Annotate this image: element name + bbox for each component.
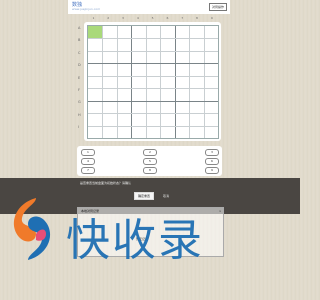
keypad-key[interactable]: 3: [205, 149, 219, 156]
keypad-key[interactable]: 8: [143, 167, 157, 174]
keypad-key[interactable]: 7: [81, 167, 95, 174]
selected-cell[interactable]: [88, 26, 102, 38]
grid-line: [116, 26, 118, 138]
board-panel: [84, 22, 221, 141]
watermark-text: 快收录: [66, 215, 204, 266]
grid-line: [160, 26, 162, 138]
column-label: 7: [181, 16, 184, 20]
keypad-key[interactable]: 2: [143, 149, 157, 156]
keypad-key[interactable]: 6: [205, 158, 219, 165]
grid-line: [203, 26, 205, 138]
grid-line: [88, 38, 218, 40]
row-label: F: [78, 88, 81, 92]
column-labels: 1 2 3 4 5 6 7 8 9: [86, 16, 219, 21]
column-label: 3: [122, 16, 124, 20]
box-divider: [174, 26, 176, 138]
app-url[interactable]: www.juejinjun.com: [72, 7, 100, 11]
cancel-button[interactable]: 取消: [163, 194, 169, 198]
grid-line: [145, 26, 147, 138]
row-label: C: [78, 50, 81, 55]
box-divider: [131, 26, 133, 138]
column-label: 6: [166, 16, 169, 20]
column-label: 2: [107, 16, 110, 20]
grid-line: [189, 26, 191, 138]
sudoku-board[interactable]: [87, 25, 219, 139]
row-label: A: [78, 26, 81, 30]
grid-line: [88, 125, 218, 127]
column-label: 8: [196, 16, 198, 20]
row-label: I: [78, 125, 80, 130]
watermark-logo-icon: [13, 198, 51, 260]
keypad-key[interactable]: 4: [81, 158, 95, 165]
dialog-message: 是否重置当前盘面为初始状态？请确认: [80, 181, 132, 185]
column-label: 1: [92, 16, 95, 20]
grid-line: [88, 50, 218, 52]
confirm-button[interactable]: 确定重置: [134, 192, 155, 200]
app-header: 数独 www.juejinjun.com 对局操作: [68, 0, 230, 14]
keypad-key[interactable]: 5: [143, 158, 157, 165]
row-label: E: [78, 75, 81, 80]
column-label: 5: [151, 16, 154, 20]
box-divider: [88, 63, 218, 65]
number-keypad: 1 2 3 4 5 6 7 8 9: [77, 146, 222, 176]
close-icon[interactable]: x: [219, 209, 221, 213]
row-label: G: [78, 100, 81, 105]
game-actions-button[interactable]: 对局操作: [208, 3, 227, 11]
box-divider: [88, 100, 218, 102]
grid-line: [88, 113, 218, 115]
column-label: 9: [210, 16, 213, 20]
keypad-key[interactable]: 9: [205, 167, 219, 174]
row-label: H: [78, 112, 81, 117]
grid-line: [88, 88, 218, 90]
keypad-key[interactable]: 1: [81, 149, 95, 156]
row-label: B: [78, 38, 81, 43]
grid-line: [88, 75, 218, 77]
row-label: D: [78, 63, 81, 68]
grid-line: [102, 26, 104, 138]
column-label: 4: [136, 16, 139, 20]
